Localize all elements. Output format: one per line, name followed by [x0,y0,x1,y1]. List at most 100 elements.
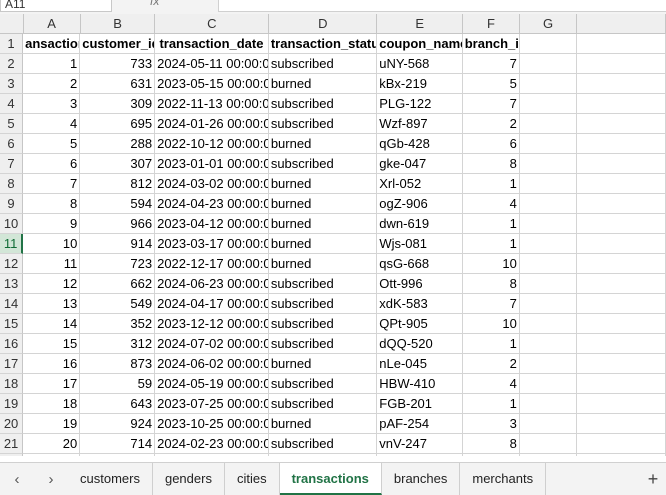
table-cell[interactable] [577,74,666,94]
row-header[interactable]: 8 [0,174,24,194]
header-cell[interactable] [519,34,578,54]
table-cell[interactable] [577,114,666,134]
table-cell[interactable] [519,174,578,194]
table-cell[interactable]: PLG-122 [377,94,463,114]
table-cell[interactable]: 13 [23,294,81,314]
table-cell[interactable]: 695 [80,114,156,134]
column-header-a[interactable]: A [23,14,81,34]
row-header[interactable]: 14 [0,294,24,314]
table-cell[interactable]: 1 [462,234,520,254]
table-cell[interactable] [519,134,578,154]
table-cell[interactable]: 733 [80,54,156,74]
table-cell[interactable] [155,454,269,456]
tab-transactions[interactable]: transactions [279,463,382,495]
table-cell[interactable] [519,374,578,394]
table-cell[interactable]: burned [268,174,378,194]
row-header[interactable]: 16 [0,334,24,354]
header-cell[interactable]: transaction_date [155,34,269,54]
table-cell[interactable] [577,234,666,254]
row-header[interactable]: 6 [0,134,24,154]
table-cell[interactable]: 2024-06-02 00:00:00 [155,354,269,374]
fx-icon[interactable]: fx [150,0,159,8]
table-cell[interactable]: 873 [80,354,156,374]
table-cell[interactable]: 3 [462,414,520,434]
tab-cities[interactable]: cities [225,463,280,495]
table-cell[interactable]: 2024-05-19 00:00:00 [155,374,269,394]
table-cell[interactable]: burned [268,354,378,374]
table-cell[interactable]: 2023-01-01 00:00:00 [155,154,269,174]
table-cell[interactable]: 2024-04-23 00:00:00 [155,194,269,214]
table-cell[interactable] [519,74,578,94]
table-cell[interactable]: burned [268,234,378,254]
table-cell[interactable] [519,54,578,74]
table-cell[interactable]: 17 [23,374,81,394]
header-cell[interactable]: branch_id [462,34,520,54]
table-cell[interactable] [577,434,666,454]
column-header-g[interactable]: G [519,14,578,34]
column-header-d[interactable]: D [269,14,378,34]
header-cell[interactable] [577,34,666,54]
table-cell[interactable]: 2023-07-25 00:00:00 [155,394,269,414]
table-cell[interactable] [519,334,578,354]
table-cell[interactable] [577,394,666,414]
table-cell[interactable]: 7 [462,54,520,74]
table-cell[interactable]: 10 [462,314,520,334]
row-header[interactable]: 19 [0,394,24,414]
next-sheet-icon[interactable]: › [34,471,68,488]
table-cell[interactable] [577,294,666,314]
table-cell[interactable]: subscribed [268,334,378,354]
row-header[interactable]: 3 [0,74,24,94]
table-cell[interactable]: subscribed [268,154,378,174]
table-cell[interactable]: 1 [462,394,520,414]
table-cell[interactable] [377,454,463,456]
table-cell[interactable]: qGb-428 [377,134,463,154]
table-cell[interactable]: vnV-247 [377,434,463,454]
table-cell[interactable]: Ott-996 [377,274,463,294]
header-cell[interactable]: coupon_name [377,34,463,54]
table-cell[interactable]: 6 [462,134,520,154]
table-cell[interactable] [519,394,578,414]
table-cell[interactable]: dwn-619 [377,214,463,234]
table-cell[interactable] [519,214,578,234]
table-cell[interactable]: HBW-410 [377,374,463,394]
table-cell[interactable]: 2024-04-17 00:00:00 [155,294,269,314]
table-cell[interactable]: 662 [80,274,156,294]
table-cell[interactable] [519,254,578,274]
table-cell[interactable] [520,454,578,456]
tab-merchants[interactable]: merchants [460,463,547,495]
table-cell[interactable]: kBx-219 [377,74,463,94]
table-cell[interactable]: subscribed [268,394,378,414]
table-cell[interactable] [519,154,578,174]
table-cell[interactable] [519,274,578,294]
table-cell[interactable] [577,174,666,194]
table-cell[interactable]: 11 [23,254,81,274]
table-cell[interactable]: 2024-05-11 00:00:00 [155,54,269,74]
table-cell[interactable] [577,194,666,214]
table-cell[interactable]: 812 [80,174,156,194]
table-cell[interactable] [577,214,666,234]
table-cell[interactable]: 914 [80,234,156,254]
table-cell[interactable] [577,374,666,394]
column-header-e[interactable]: E [377,14,463,34]
row-header[interactable]: 12 [0,254,24,274]
table-cell[interactable]: burned [268,194,378,214]
name-box[interactable]: A11 [0,0,112,12]
table-cell[interactable]: nLe-045 [377,354,463,374]
table-cell[interactable]: 1 [462,214,520,234]
table-cell[interactable] [577,334,666,354]
column-header-b[interactable]: B [80,14,156,34]
table-cell[interactable]: 2023-04-12 00:00:00 [155,214,269,234]
table-cell[interactable]: 2024-07-02 00:00:00 [155,334,269,354]
table-cell[interactable] [80,454,156,456]
table-cell[interactable] [577,54,666,74]
table-cell[interactable] [519,194,578,214]
row-header[interactable]: 2 [0,54,24,74]
table-cell[interactable]: subscribed [268,294,378,314]
table-cell[interactable]: 2 [462,114,520,134]
table-cell[interactable]: FGB-201 [377,394,463,414]
table-cell[interactable]: subscribed [268,114,378,134]
table-cell[interactable] [577,314,666,334]
table-cell[interactable]: 2022-10-12 00:00:00 [155,134,269,154]
table-cell[interactable]: 2024-03-02 00:00:00 [155,174,269,194]
table-cell[interactable]: 12 [23,274,81,294]
